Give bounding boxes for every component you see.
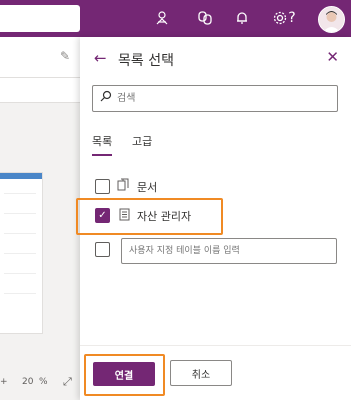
avatar[interactable] [318, 6, 345, 33]
header-search-box[interactable] [0, 5, 80, 32]
app-header: ? [0, 0, 351, 37]
tab-lists[interactable]: 목록 [92, 133, 112, 149]
zoom-plus-icon[interactable]: + [0, 377, 8, 387]
document-library-icon [117, 178, 131, 194]
back-arrow-icon[interactable]: ← [94, 49, 107, 67]
panel-title: 목록 선택 [118, 53, 174, 69]
connect-button[interactable]: 연결 [93, 362, 155, 386]
environment-icon[interactable] [153, 9, 171, 27]
pencil-icon[interactable]: ✎ [60, 49, 70, 63]
fit-to-screen-icon[interactable]: ⤢ [63, 375, 72, 389]
checkbox-documents[interactable] [95, 179, 110, 194]
list-item-label-documents: 문서 [137, 181, 158, 194]
custom-table-name-input[interactable] [129, 243, 329, 259]
checkbox-custom-table[interactable] [95, 242, 110, 257]
checkbox-asset-manager[interactable]: ✓ [95, 208, 110, 223]
background-app: ✎ + 20 % ⤢ [0, 37, 80, 400]
list-icon [119, 208, 130, 224]
background-formula-bar [0, 78, 80, 103]
search-field[interactable] [92, 85, 338, 112]
bell-icon[interactable] [233, 9, 251, 27]
background-status-bar: + 20 % ⤢ [0, 367, 80, 400]
close-icon[interactable]: ✕ [326, 48, 339, 66]
background-canvas-screen [0, 172, 43, 334]
copilot-icon[interactable] [196, 9, 214, 27]
canvas-line [4, 273, 36, 274]
cancel-button[interactable]: 취소 [170, 360, 232, 386]
footer-divider [80, 345, 351, 346]
zoom-value: 20 [22, 377, 34, 387]
background-toolbar: ✎ [0, 37, 80, 78]
search-input[interactable] [117, 89, 327, 107]
tab-advanced[interactable]: 고급 [132, 133, 152, 149]
list-item-label-asset-manager: 자산 관리자 [137, 210, 192, 223]
active-tab-indicator [92, 154, 112, 156]
canvas-line [4, 213, 36, 214]
help-icon[interactable]: ? [283, 9, 301, 27]
zoom-unit: % [39, 377, 48, 387]
select-list-panel: ← 목록 선택 ✕ 목록 고급 문서 ✓ 자산 관리자 연결 취소 [76, 37, 351, 400]
canvas-line [4, 293, 36, 294]
canvas-line [4, 193, 36, 194]
canvas-line [4, 233, 36, 234]
custom-table-field[interactable] [121, 238, 337, 264]
search-icon [100, 90, 112, 105]
canvas-header-bar [0, 173, 42, 179]
canvas-line [4, 253, 36, 254]
